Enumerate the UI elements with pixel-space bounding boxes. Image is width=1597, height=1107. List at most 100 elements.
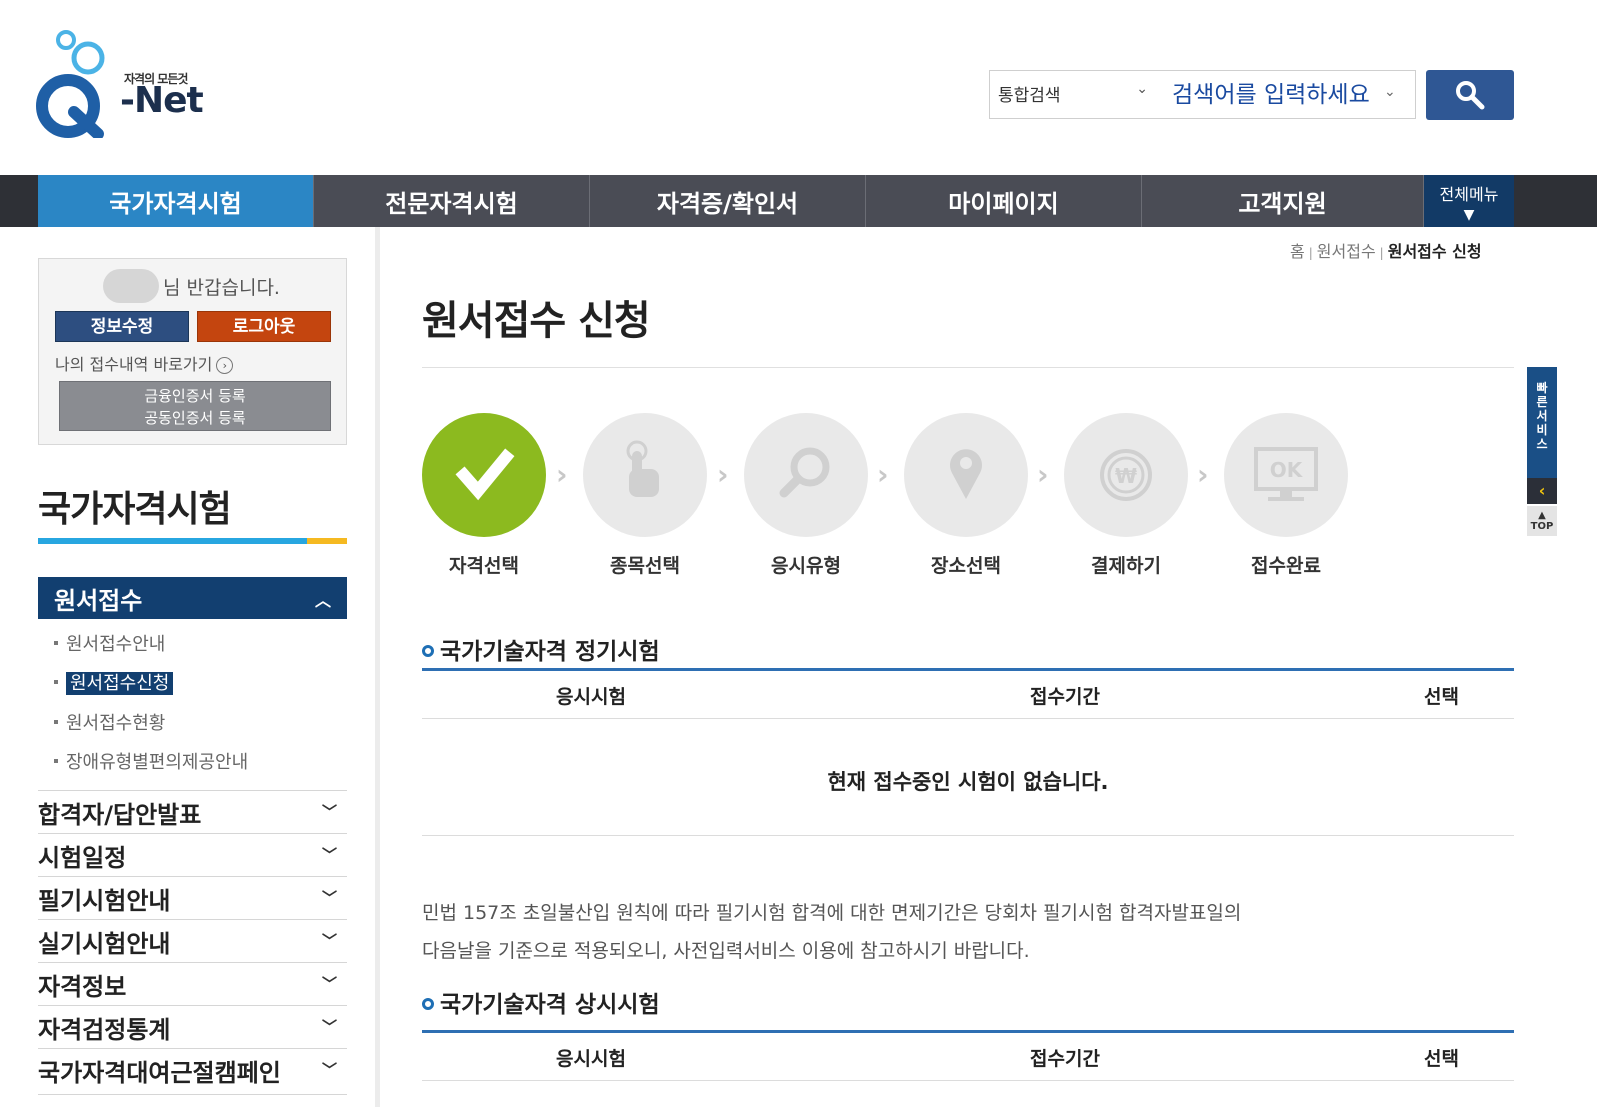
edit-info-button[interactable]: 정보수정 xyxy=(55,311,189,342)
all-menu-label: 전체메뉴 xyxy=(1439,185,1499,204)
chevron-down-icon: ﹀ xyxy=(321,803,337,821)
col-select: 선택 xyxy=(1424,1048,1459,1070)
sub-item-label: 원서접수현황 xyxy=(66,713,166,734)
sidebar-item-label: 국가자격대여근절캠페인 xyxy=(38,1059,281,1087)
col-period: 접수기간 xyxy=(1030,1048,1100,1070)
step-arrow-icon: › xyxy=(717,458,729,491)
search-input[interactable] xyxy=(1168,71,1414,118)
qnet-logo[interactable]: 자격의 모든것 -Net xyxy=(36,28,206,140)
sidebar-title-underline xyxy=(38,538,347,544)
notice-line: 다음날을 기준으로 적용되오니, 사전입력서비스 이용에 참고하시기 바랍니다. xyxy=(422,940,1030,962)
step-label: 응시유형 xyxy=(771,555,841,577)
sidebar-item-written-guide[interactable]: 필기시험안내 ﹀ xyxy=(38,876,347,919)
sidebar-menu-label: 원서접수 xyxy=(54,587,143,615)
page-title: 원서접수 신청 xyxy=(422,298,651,344)
chevron-down-icon: ﹀ xyxy=(321,846,337,864)
logo-text: -Net xyxy=(120,80,204,121)
sidebar-menu-application[interactable]: 원서접수 ︿ xyxy=(38,577,347,619)
table-header: 응시시험 접수기간 선택 xyxy=(422,671,1514,719)
breadcrumb-home[interactable]: 홈 xyxy=(1290,242,1305,261)
col-exam: 응시시험 xyxy=(556,1048,626,1070)
breadcrumb-separator: | xyxy=(1308,246,1313,260)
arrow-up-icon: ▲ xyxy=(1538,510,1546,521)
bullet-dot xyxy=(54,641,58,645)
section-title-continuous-exam: 국가기술자격 상시시험 xyxy=(422,985,660,1019)
nav-item-certificate[interactable]: 자격증/확인서 xyxy=(590,175,866,227)
scroll-top-button[interactable]: ▲ TOP xyxy=(1527,506,1557,536)
greeting-text: 님 반갑습니다. xyxy=(163,277,280,299)
nav-edge-right xyxy=(1514,175,1597,227)
sidebar-item-practical-guide[interactable]: 실기시험안내 ﹀ xyxy=(38,919,347,962)
sidebar-item-label: 자격검정통계 xyxy=(38,1016,171,1044)
global-nav: 국가자격시험 전문자격시험 자격증/확인서 마이페이지 고객지원 전체메뉴 ▼ xyxy=(0,175,1597,227)
search-box: 통합검색 ⌄ ⌄ xyxy=(989,70,1416,119)
chevron-down-icon: ﹀ xyxy=(321,1018,337,1036)
underline-accent xyxy=(307,538,347,544)
chevron-down-icon: ﹀ xyxy=(321,932,337,950)
sidebar-item-results[interactable]: 합격자/답안발표 ﹀ xyxy=(38,790,347,833)
nav-item-national-exam[interactable]: 국가자격시험 xyxy=(38,175,314,227)
search-button[interactable] xyxy=(1426,70,1514,120)
step-label: 결제하기 xyxy=(1091,555,1161,577)
sidebar-title: 국가자격시험 xyxy=(38,489,232,530)
ok-monitor-icon: OK xyxy=(1254,447,1318,501)
breadcrumb-level1[interactable]: 원서접수 xyxy=(1317,242,1376,261)
bullet-dot xyxy=(54,759,58,763)
svg-text:OK: OK xyxy=(1270,458,1304,482)
sidebar-item-label: 시험일정 xyxy=(38,844,127,872)
nav-edge-left xyxy=(0,175,38,227)
step-arrow-icon: › xyxy=(556,458,568,491)
search-scope-select[interactable]: 통합검색 ⌄ xyxy=(990,71,1162,118)
bullet-dot xyxy=(54,680,58,684)
section-title-regular-exam: 국가기술자격 정기시험 xyxy=(422,632,660,666)
sidebar-item-qualification-info[interactable]: 자격정보 ﹀ xyxy=(38,962,347,1005)
chevron-right-icon: › xyxy=(216,357,234,374)
step-arrow-icon: › xyxy=(1037,458,1049,491)
scroll-top-label: TOP xyxy=(1530,521,1554,532)
step-complete: OK xyxy=(1224,413,1348,537)
my-applications-label: 나의 접수내역 바로가기 xyxy=(55,355,213,374)
bullet-dot xyxy=(54,720,58,724)
quick-service-label: 빠른서비스 xyxy=(1536,381,1548,451)
chevron-down-icon[interactable]: ⌄ xyxy=(1384,84,1396,100)
quick-service-panel[interactable]: 빠른서비스 xyxy=(1527,367,1557,491)
section-title-text: 국가기술자격 상시시험 xyxy=(440,992,660,1018)
nav-item-mypage[interactable]: 마이페이지 xyxy=(866,175,1142,227)
nav-item-support[interactable]: 고객지원 xyxy=(1142,175,1424,227)
chevron-up-icon: ︿ xyxy=(314,591,331,610)
sidebar-item-label: 합격자/답안발표 xyxy=(38,801,202,829)
sub-item-label: 원서접수안내 xyxy=(66,634,166,655)
col-period: 접수기간 xyxy=(1030,686,1100,708)
search-icon xyxy=(1456,81,1485,110)
sub-item-disability-support[interactable]: 장애유형별편의제공안내 xyxy=(54,748,248,774)
my-applications-link[interactable]: 나의 접수내역 바로가기 › xyxy=(55,351,234,375)
sidebar-item-campaign[interactable]: 국가자격대여근절캠페인 ﹀ xyxy=(38,1048,347,1091)
sub-item-application-guide[interactable]: 원서접수안내 xyxy=(54,630,165,656)
nav-item-professional-exam[interactable]: 전문자격시험 xyxy=(314,175,590,227)
sidebar-item-label: 실기시험안내 xyxy=(38,930,171,958)
chevron-down-icon: ﹀ xyxy=(321,1061,337,1079)
sub-item-application-request[interactable]: 원서접수신청 xyxy=(54,669,174,695)
svg-text:₩: ₩ xyxy=(1115,464,1137,488)
all-menu-button[interactable]: 전체메뉴 ▼ xyxy=(1424,175,1514,227)
sidebar-item-schedule[interactable]: 시험일정 ﹀ xyxy=(38,833,347,876)
step-qualification xyxy=(422,413,546,537)
financial-cert-link[interactable]: 금융인증서 등록 xyxy=(60,385,330,407)
breadcrumb-separator: | xyxy=(1379,246,1384,260)
step-label: 접수완료 xyxy=(1251,555,1321,577)
chevron-down-icon: ▼ xyxy=(1463,207,1475,223)
search-scope-label: 통합검색 xyxy=(998,86,1061,106)
col-select: 선택 xyxy=(1424,686,1459,708)
step-exam-type xyxy=(744,413,868,537)
joint-cert-link[interactable]: 공동인증서 등록 xyxy=(60,407,330,429)
step-subject xyxy=(583,413,707,537)
step-location xyxy=(904,413,1028,537)
section-title-text: 국가기술자격 정기시험 xyxy=(440,639,660,665)
sub-item-application-status[interactable]: 원서접수현황 xyxy=(54,709,165,735)
chevron-left-icon[interactable]: ‹ xyxy=(1527,478,1557,504)
logout-button[interactable]: 로그아웃 xyxy=(197,311,331,342)
breadcrumb: 홈 | 원서접수 | 원서접수 신청 xyxy=(1290,238,1482,262)
circle-bullet-icon xyxy=(422,998,434,1010)
sidebar-item-statistics[interactable]: 자격검정통계 ﹀ xyxy=(38,1005,347,1048)
breadcrumb-current: 원서접수 신청 xyxy=(1387,242,1482,261)
